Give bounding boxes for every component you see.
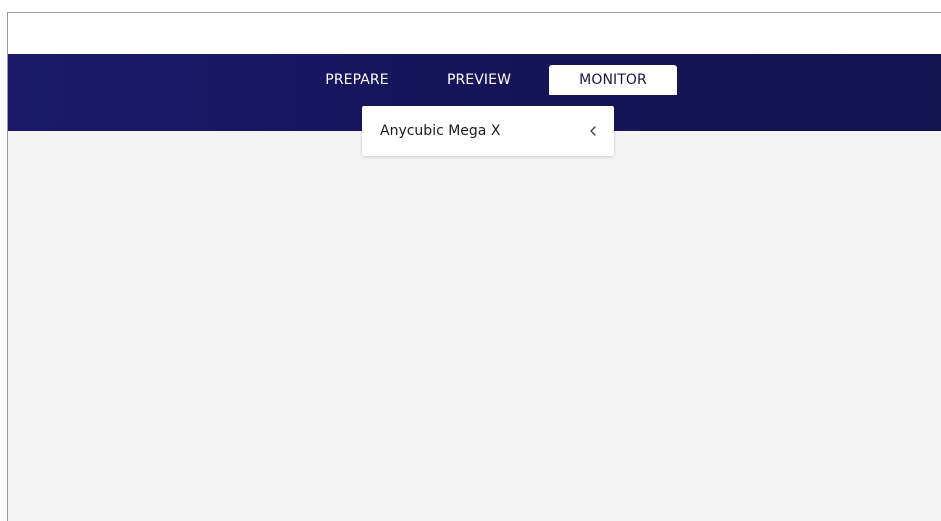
title-bar [8,13,941,54]
application-window: PREPARE PREVIEW MONITOR Anycubic Mega X [7,12,941,521]
tab-prepare[interactable]: PREPARE [305,65,409,95]
printer-selector[interactable]: Anycubic Mega X [362,106,614,156]
chevron-left-icon [588,124,598,138]
tab-monitor[interactable]: MONITOR [549,65,677,95]
tab-preview[interactable]: PREVIEW [409,65,549,95]
monitor-stage [8,131,941,521]
stage-tabs: PREPARE PREVIEW MONITOR [305,65,677,95]
printer-name: Anycubic Mega X [380,123,501,139]
